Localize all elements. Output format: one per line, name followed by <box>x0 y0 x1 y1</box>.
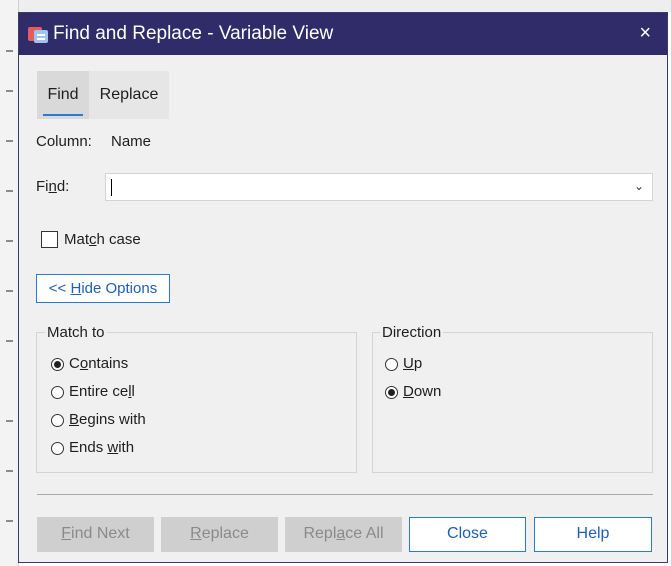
radio-begins-with-label[interactable]: Begins with <box>69 411 146 428</box>
radio-down[interactable] <box>385 386 398 399</box>
find-replace-dialog: Find and Replace - Variable View × Find … <box>18 12 668 563</box>
radio-up[interactable] <box>385 358 398 371</box>
button-separator <box>37 494 653 495</box>
help-button[interactable]: Help <box>534 517 652 552</box>
replace-all-button[interactable]: Replace All <box>285 517 402 552</box>
radio-up-label[interactable]: Up <box>403 355 422 372</box>
close-button[interactable]: Close <box>409 517 526 552</box>
radio-contains-label[interactable]: Contains <box>69 355 128 372</box>
match-to-title: Match to <box>45 324 107 341</box>
background-window-strip <box>18 0 671 12</box>
hide-options-button[interactable]: << Hide Options <box>36 274 170 303</box>
find-next-button[interactable]: Find Next <box>37 517 154 552</box>
radio-down-label[interactable]: Down <box>403 383 441 400</box>
tab-find-label: Find <box>47 86 79 103</box>
title-bar[interactable]: Find and Replace - Variable View × <box>19 13 667 55</box>
replace-button[interactable]: Replace <box>161 517 278 552</box>
tab-find[interactable]: Find <box>37 71 89 119</box>
tab-bar: Find Replace <box>37 71 169 119</box>
column-value: Name <box>111 133 152 150</box>
app-icon <box>28 27 48 43</box>
find-label: Find: <box>36 178 70 195</box>
radio-ends-with[interactable] <box>51 442 64 455</box>
radio-entire-cell-label[interactable]: Entire cell <box>69 383 135 400</box>
close-window-icon[interactable]: × <box>639 22 651 45</box>
find-input[interactable]: ⌄ <box>105 173 653 201</box>
match-case-checkbox[interactable] <box>41 231 58 248</box>
tab-replace-label: Replace <box>99 86 159 103</box>
tab-replace[interactable]: Replace <box>89 71 169 119</box>
radio-contains[interactable] <box>51 358 64 371</box>
direction-group <box>372 332 653 473</box>
direction-title: Direction <box>380 324 444 341</box>
background-window-edge <box>0 0 19 566</box>
chevron-down-icon[interactable]: ⌄ <box>634 179 644 193</box>
text-caret <box>111 179 112 196</box>
active-tab-indicator <box>43 114 83 116</box>
radio-ends-with-label[interactable]: Ends with <box>69 439 134 456</box>
match-case-label[interactable]: Match case <box>64 231 141 248</box>
column-label: Column: <box>36 133 92 150</box>
radio-begins-with[interactable] <box>51 414 64 427</box>
radio-entire-cell[interactable] <box>51 386 64 399</box>
window-title: Find and Replace - Variable View <box>53 23 334 44</box>
